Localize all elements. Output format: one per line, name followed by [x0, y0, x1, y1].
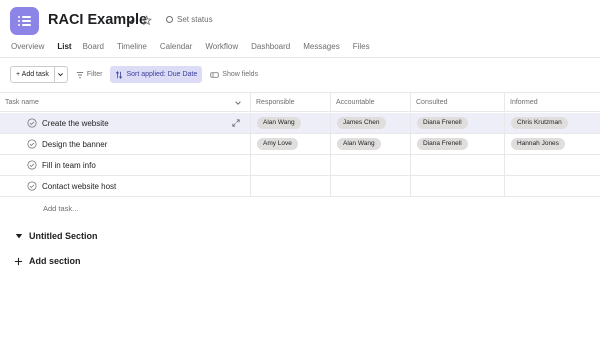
list-toolbar: + Add task Filter Sort applied: Due Date…	[10, 66, 258, 83]
add-task-inline-button[interactable]: Add task...	[43, 204, 78, 213]
consulted-cell[interactable]: Diana Frenell	[410, 113, 504, 134]
add-task-dropdown-button[interactable]	[54, 66, 68, 83]
show-fields-label: Show fields	[222, 71, 259, 78]
responsible-cell[interactable]	[250, 176, 330, 197]
tab-timeline[interactable]: Timeline	[117, 42, 147, 58]
responsible-cell[interactable]: Alan Wang	[250, 113, 330, 134]
consulted-cell[interactable]	[410, 176, 504, 197]
assignee-chip[interactable]: James Chen	[337, 117, 386, 129]
tab-dashboard[interactable]: Dashboard	[251, 42, 290, 58]
plus-icon	[14, 257, 23, 265]
caret-down-icon[interactable]	[15, 232, 23, 240]
task-name-cell[interactable]: Fill in team info	[0, 155, 250, 176]
column-header-responsible[interactable]: Responsible	[250, 93, 330, 112]
task-name[interactable]: Create the website	[42, 119, 109, 128]
assignee-chip[interactable]: Chris Krutzman	[511, 117, 568, 129]
column-header-accountable[interactable]: Accountable	[330, 93, 410, 112]
informed-cell[interactable]: Hannah Jones	[504, 134, 600, 155]
tab-workflow[interactable]: Workflow	[205, 42, 238, 58]
tab-board[interactable]: Board	[83, 42, 104, 58]
filter-button[interactable]: Filter	[76, 71, 103, 79]
complete-check-icon[interactable]	[27, 139, 37, 149]
add-section-button[interactable]: Add section	[14, 256, 81, 266]
consulted-cell[interactable]: Diana Frenell	[410, 134, 504, 155]
responsible-cell[interactable]	[250, 155, 330, 176]
table-header: Task name Responsible Accountable Consul…	[0, 92, 600, 112]
complete-check-icon[interactable]	[27, 118, 37, 128]
informed-cell[interactable]: Chris Krutzman	[504, 113, 600, 134]
chevron-down-icon[interactable]	[125, 13, 135, 31]
accountable-cell[interactable]: James Chen	[330, 113, 410, 134]
tab-overview[interactable]: Overview	[11, 42, 44, 58]
informed-cell[interactable]	[504, 176, 600, 197]
project-list-icon	[10, 7, 39, 35]
table-row[interactable]: Create the website Alan Wang James Chen …	[0, 113, 600, 134]
task-name[interactable]: Contact website host	[42, 182, 116, 191]
expand-task-icon[interactable]	[232, 119, 240, 127]
table-row[interactable]: Fill in team info	[0, 155, 600, 176]
column-header-task-name[interactable]: Task name	[0, 93, 250, 112]
assignee-chip[interactable]: Diana Frenell	[417, 138, 468, 150]
chevron-down-icon[interactable]	[234, 99, 242, 107]
assignee-chip[interactable]: Diana Frenell	[417, 117, 468, 129]
accountable-cell[interactable]	[330, 155, 410, 176]
star-icon[interactable]	[141, 13, 152, 31]
informed-cell[interactable]	[504, 155, 600, 176]
filter-icon	[76, 71, 84, 78]
column-header-informed[interactable]: Informed	[504, 93, 600, 112]
tab-calendar[interactable]: Calendar	[160, 42, 192, 58]
show-fields-button[interactable]: Show fields	[210, 71, 258, 79]
set-status-button[interactable]: Set status	[166, 15, 213, 24]
accountable-cell[interactable]: Alan Wang	[330, 134, 410, 155]
tab-messages[interactable]: Messages	[303, 42, 339, 58]
accountable-cell[interactable]	[330, 176, 410, 197]
consulted-cell[interactable]	[410, 155, 504, 176]
status-circle-icon	[166, 16, 173, 23]
add-section-label: Add section	[29, 256, 81, 266]
add-task-label: + Add task	[16, 71, 49, 78]
set-status-label: Set status	[177, 15, 213, 24]
sort-label: Sort applied: Due Date	[126, 71, 198, 78]
sort-button[interactable]: Sort applied: Due Date	[110, 66, 203, 83]
table-row[interactable]: Design the banner Amy Love Alan Wang Dia…	[0, 134, 600, 155]
table-row[interactable]: Contact website host	[0, 176, 600, 197]
task-name[interactable]: Design the banner	[42, 140, 107, 149]
tab-list[interactable]: List	[57, 42, 72, 58]
assignee-chip[interactable]: Alan Wang	[257, 117, 301, 129]
tabs-divider	[0, 57, 600, 58]
assignee-chip[interactable]: Hannah Jones	[511, 138, 565, 150]
tab-files[interactable]: Files	[353, 42, 370, 58]
filter-label: Filter	[86, 71, 103, 78]
complete-check-icon[interactable]	[27, 160, 37, 170]
task-name[interactable]: Fill in team info	[42, 161, 96, 170]
column-header-label: Task name	[5, 99, 39, 106]
add-task-button[interactable]: + Add task	[10, 66, 55, 83]
task-name-cell[interactable]: Create the website	[0, 113, 250, 134]
sort-icon	[116, 70, 123, 79]
complete-check-icon[interactable]	[27, 181, 37, 191]
section-name[interactable]: Untitled Section	[29, 231, 98, 241]
task-name-cell[interactable]: Contact website host	[0, 176, 250, 197]
project-tabs: Overview List Board Timeline Calendar Wo…	[11, 42, 383, 58]
section-header[interactable]: Untitled Section	[15, 231, 98, 241]
fields-icon	[210, 71, 219, 78]
responsible-cell[interactable]: Amy Love	[250, 134, 330, 155]
assignee-chip[interactable]: Amy Love	[257, 138, 298, 150]
chevron-down-icon	[58, 73, 64, 77]
column-header-consulted[interactable]: Consulted	[410, 93, 504, 112]
assignee-chip[interactable]: Alan Wang	[337, 138, 381, 150]
task-name-cell[interactable]: Design the banner	[0, 134, 250, 155]
